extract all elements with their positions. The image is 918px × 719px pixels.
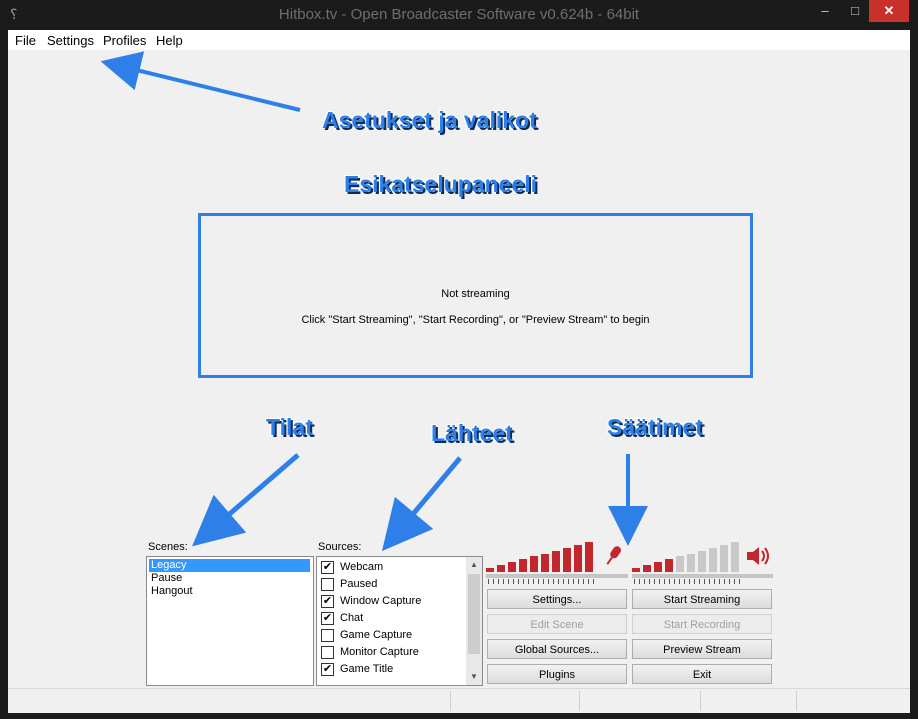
checkbox-webcam[interactable]: ✔ <box>321 561 334 574</box>
speaker-icon[interactable] <box>744 543 772 569</box>
preview-stream-button[interactable]: Preview Stream <box>632 639 772 659</box>
mic-level-bar <box>519 559 527 572</box>
checkbox-game-capture[interactable] <box>321 629 334 642</box>
maximize-button[interactable]: □ <box>840 0 870 22</box>
scene-item-hangout[interactable]: Hangout <box>149 585 193 598</box>
mic-level-bar <box>574 544 582 572</box>
desktop-level-bar <box>654 562 662 572</box>
annotation-scenes-label: Tilat <box>266 414 313 440</box>
status-separator <box>450 691 451 711</box>
app-window: ⸮ Hitbox.tv - Open Broadcaster Software … <box>0 0 918 719</box>
desktop-volume-meter <box>632 540 742 572</box>
mic-level-bar <box>486 568 494 572</box>
mic-level-bar <box>530 556 538 572</box>
exit-button[interactable]: Exit <box>632 664 772 684</box>
arrow-to-sources <box>381 456 462 552</box>
desktop-level-bar <box>687 553 695 572</box>
edit-scene-button[interactable]: Edit Scene <box>487 614 627 634</box>
preview-status-text: Not streaming <box>441 288 510 300</box>
mic-level-bar <box>508 562 516 572</box>
desktop-level-bar <box>676 556 684 572</box>
window-title: Hitbox.tv - Open Broadcaster Software v0… <box>278 6 640 23</box>
desktop-volume-slider[interactable] <box>632 574 773 578</box>
plugins-button[interactable]: Plugins <box>487 664 627 684</box>
desktop-level-bar <box>731 541 739 572</box>
checkbox-game-title[interactable]: ✔ <box>321 663 334 676</box>
desktop-slider-ticks <box>634 579 744 584</box>
mic-level-bar <box>497 565 505 572</box>
status-separator <box>796 691 797 711</box>
status-bar <box>8 688 910 713</box>
sources-label: Sources: <box>318 541 362 553</box>
desktop-level-bar <box>643 565 651 572</box>
scroll-down-arrow-icon[interactable]: ▼ <box>466 669 482 685</box>
close-button[interactable]: ✕ <box>869 0 909 22</box>
annotation-controls-label: Säätimet <box>607 414 703 440</box>
scenes-label: Scenes: <box>148 541 188 553</box>
mic-slider-ticks <box>488 579 598 584</box>
desktop-level-bar <box>720 544 728 572</box>
sources-list[interactable]: ✔ Webcam Paused ✔ Window Capture ✔ Chat … <box>316 556 483 686</box>
arrow-to-scenes <box>192 453 300 547</box>
desktop-level-bar <box>665 559 673 572</box>
checkbox-window-capture[interactable]: ✔ <box>321 595 334 608</box>
scroll-up-arrow-icon[interactable]: ▲ <box>466 557 482 573</box>
checkbox-paused[interactable] <box>321 578 334 591</box>
annotation-sources-label: Lähteet <box>431 420 513 446</box>
mic-volume-slider[interactable] <box>486 574 628 578</box>
settings-button[interactable]: Settings... <box>487 589 627 609</box>
status-separator <box>700 691 701 711</box>
title-bar: ⸮ Hitbox.tv - Open Broadcaster Software … <box>0 0 918 30</box>
mic-level-bar <box>563 547 571 572</box>
checkbox-chat[interactable]: ✔ <box>321 612 334 625</box>
checkbox-monitor-capture[interactable] <box>321 646 334 659</box>
mic-level-bar <box>541 553 549 572</box>
arrow-to-menu <box>100 51 301 112</box>
scene-item-pause[interactable]: Pause <box>149 572 182 585</box>
mic-level-bar <box>552 550 560 572</box>
annotation-menu-label: Asetukset ja valikot <box>322 107 537 133</box>
mic-level-bar <box>585 541 593 572</box>
status-separator <box>579 691 580 711</box>
annotation-preview-label: Esikatselupaneeli <box>344 171 538 197</box>
preview-panel: Not streaming Click "Start Streaming", "… <box>198 213 753 378</box>
start-recording-button[interactable]: Start Recording <box>632 614 772 634</box>
main-client-area: File Settings Profiles Help Asetukset ja… <box>8 30 910 713</box>
desktop-level-bar <box>632 568 640 572</box>
start-streaming-button[interactable]: Start Streaming <box>632 589 772 609</box>
scroll-thumb[interactable] <box>468 574 480 654</box>
sources-scrollbar[interactable]: ▲ ▼ <box>466 557 482 685</box>
desktop-level-bar <box>698 550 706 572</box>
mic-volume-meter <box>486 540 596 572</box>
desktop-level-bar <box>709 547 717 572</box>
microphone-icon[interactable] <box>600 543 626 569</box>
preview-hint-text: Click "Start Streaming", "Start Recordin… <box>301 314 650 326</box>
scenes-list[interactable]: Legacy Pause Hangout <box>146 556 314 686</box>
scene-item-legacy[interactable]: Legacy <box>149 559 310 572</box>
global-sources-button[interactable]: Global Sources... <box>487 639 627 659</box>
minimize-button[interactable]: – <box>810 0 840 22</box>
